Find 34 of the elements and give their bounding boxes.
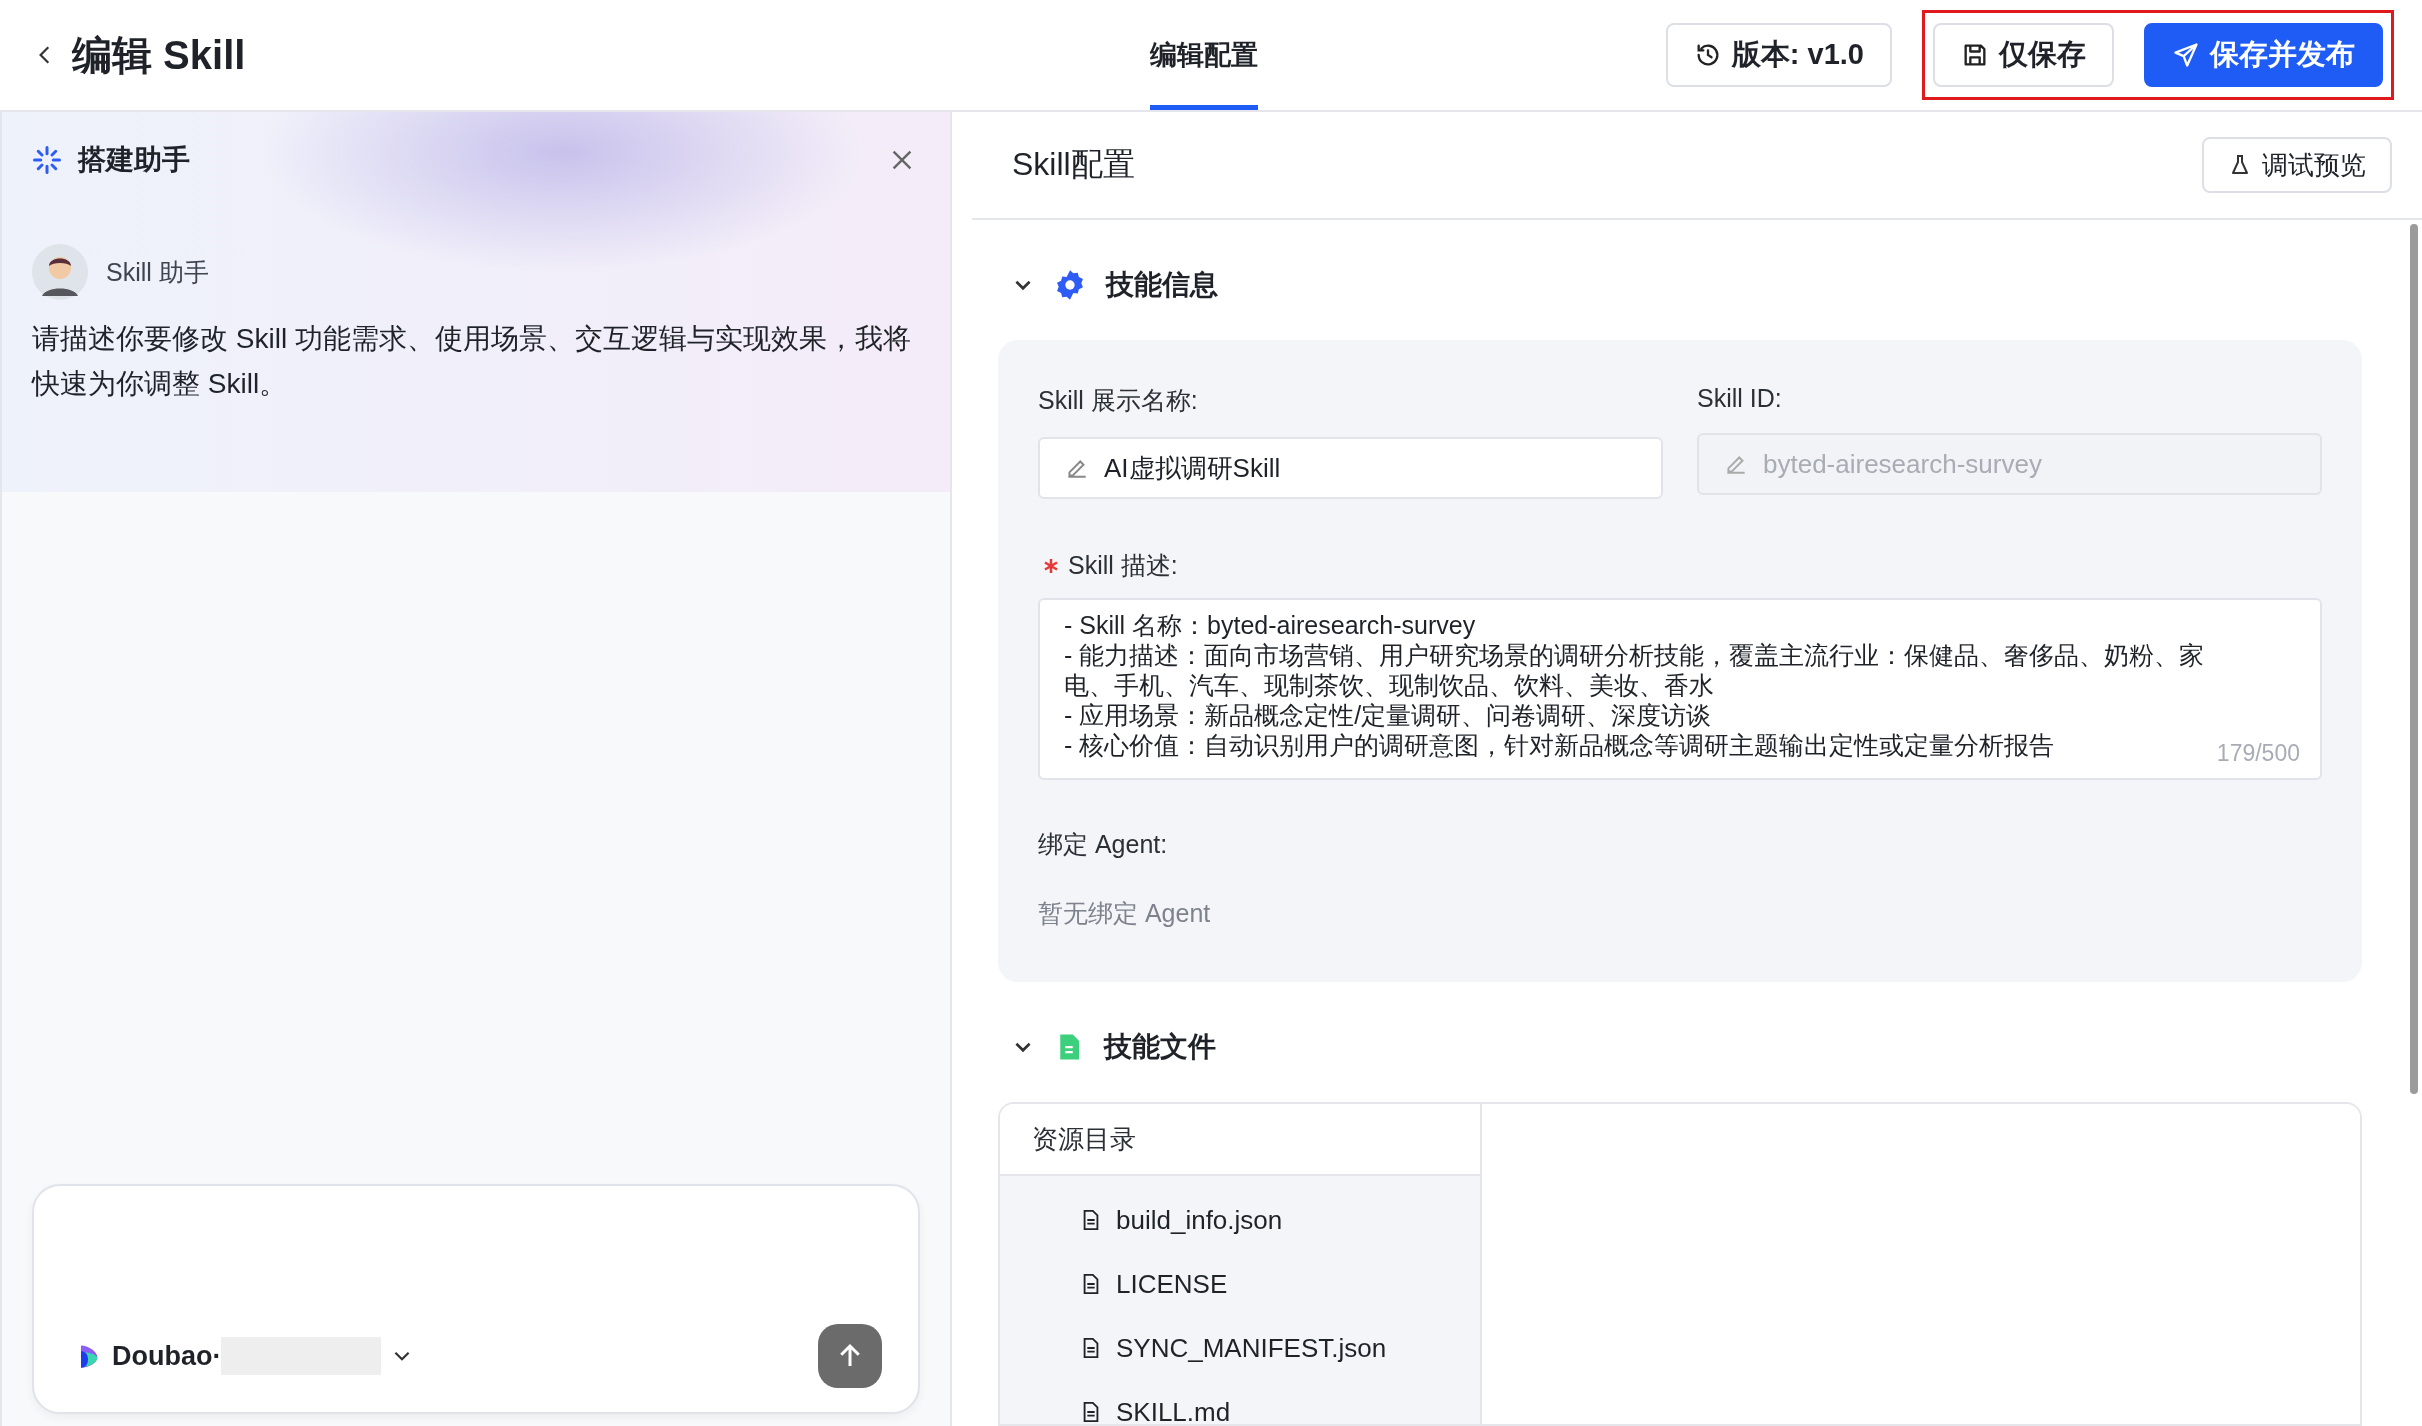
name-field[interactable]: AI虚拟调研Skill <box>1038 437 1663 499</box>
field-label: Skill 展示名称: <box>1038 385 1199 416</box>
send-button[interactable] <box>818 1324 882 1388</box>
gear-icon <box>1054 269 1086 301</box>
section-title: Skill配置 <box>1012 145 1135 184</box>
field-label: Skill 描述: <box>1068 550 1178 581</box>
file-item[interactable]: LICENSE <box>1080 1252 1480 1316</box>
field-label: Skill ID: <box>1697 384 1783 413</box>
close-icon[interactable] <box>890 148 914 172</box>
file-item[interactable]: SYNC_MANIFEST.json <box>1080 1316 1480 1380</box>
model-selector[interactable]: Doubao· <box>74 1337 414 1375</box>
panel-title: 搭建助手 <box>78 143 190 177</box>
tab[interactable]: 编辑配置 <box>1150 0 1258 110</box>
sparkle-icon <box>32 145 62 175</box>
preview-button[interactable]: 调试预览 <box>2202 137 2392 193</box>
tree-header: 资源目录 <box>1000 1104 1480 1176</box>
publish-button[interactable]: 保存并发布 <box>2144 23 2383 87</box>
section-heading: 技能信息 <box>1106 268 1218 302</box>
send-icon <box>2172 41 2200 69</box>
version-button[interactable]: 版本: v1.0 <box>1665 23 1892 87</box>
page-title: 编辑 Skill <box>72 31 246 79</box>
section-heading: 技能文件 <box>1104 1030 1216 1064</box>
chat-input[interactable]: Doubao· <box>32 1184 920 1414</box>
file-item[interactable]: build_info.json <box>1080 1188 1480 1252</box>
sender-name: Skill 助手 <box>106 256 209 288</box>
character-counter: 179/500 <box>2216 739 2300 768</box>
save-button[interactable]: 仅保存 <box>1933 23 2114 87</box>
file-item[interactable]: SKILL.md <box>1080 1380 1480 1424</box>
empty-agent-text: 暂无绑定 Agent <box>1038 898 1212 929</box>
field-label: 绑定 Agent: <box>1038 829 1169 860</box>
scrollbar[interactable] <box>2410 224 2418 1094</box>
description-field[interactable]: - Skill 名称：byted-airesearch-survey - 能力描述：面向市场营销、用户研究场景的调研分析技能，覆盖主流行业：保健品、奢侈品、奶粉、家电、手机、汽车、现制茶饮、现制饮品、饮料、美妆、香水 - 应用场景：新品概念定性/定量调研、问卷调研、深度访谈 - 核心价值：自动识别用户的调研意图，针对新品概念等调研主题输出定性或定量分析报告 179/500 <box>1038 598 2322 780</box>
assistant-message: 请描述你要修改 Skill 功能需求、使用场景、交互逻辑与实现效果，我将快速为你调整 Skill。 <box>32 322 912 401</box>
avatar <box>32 244 88 300</box>
